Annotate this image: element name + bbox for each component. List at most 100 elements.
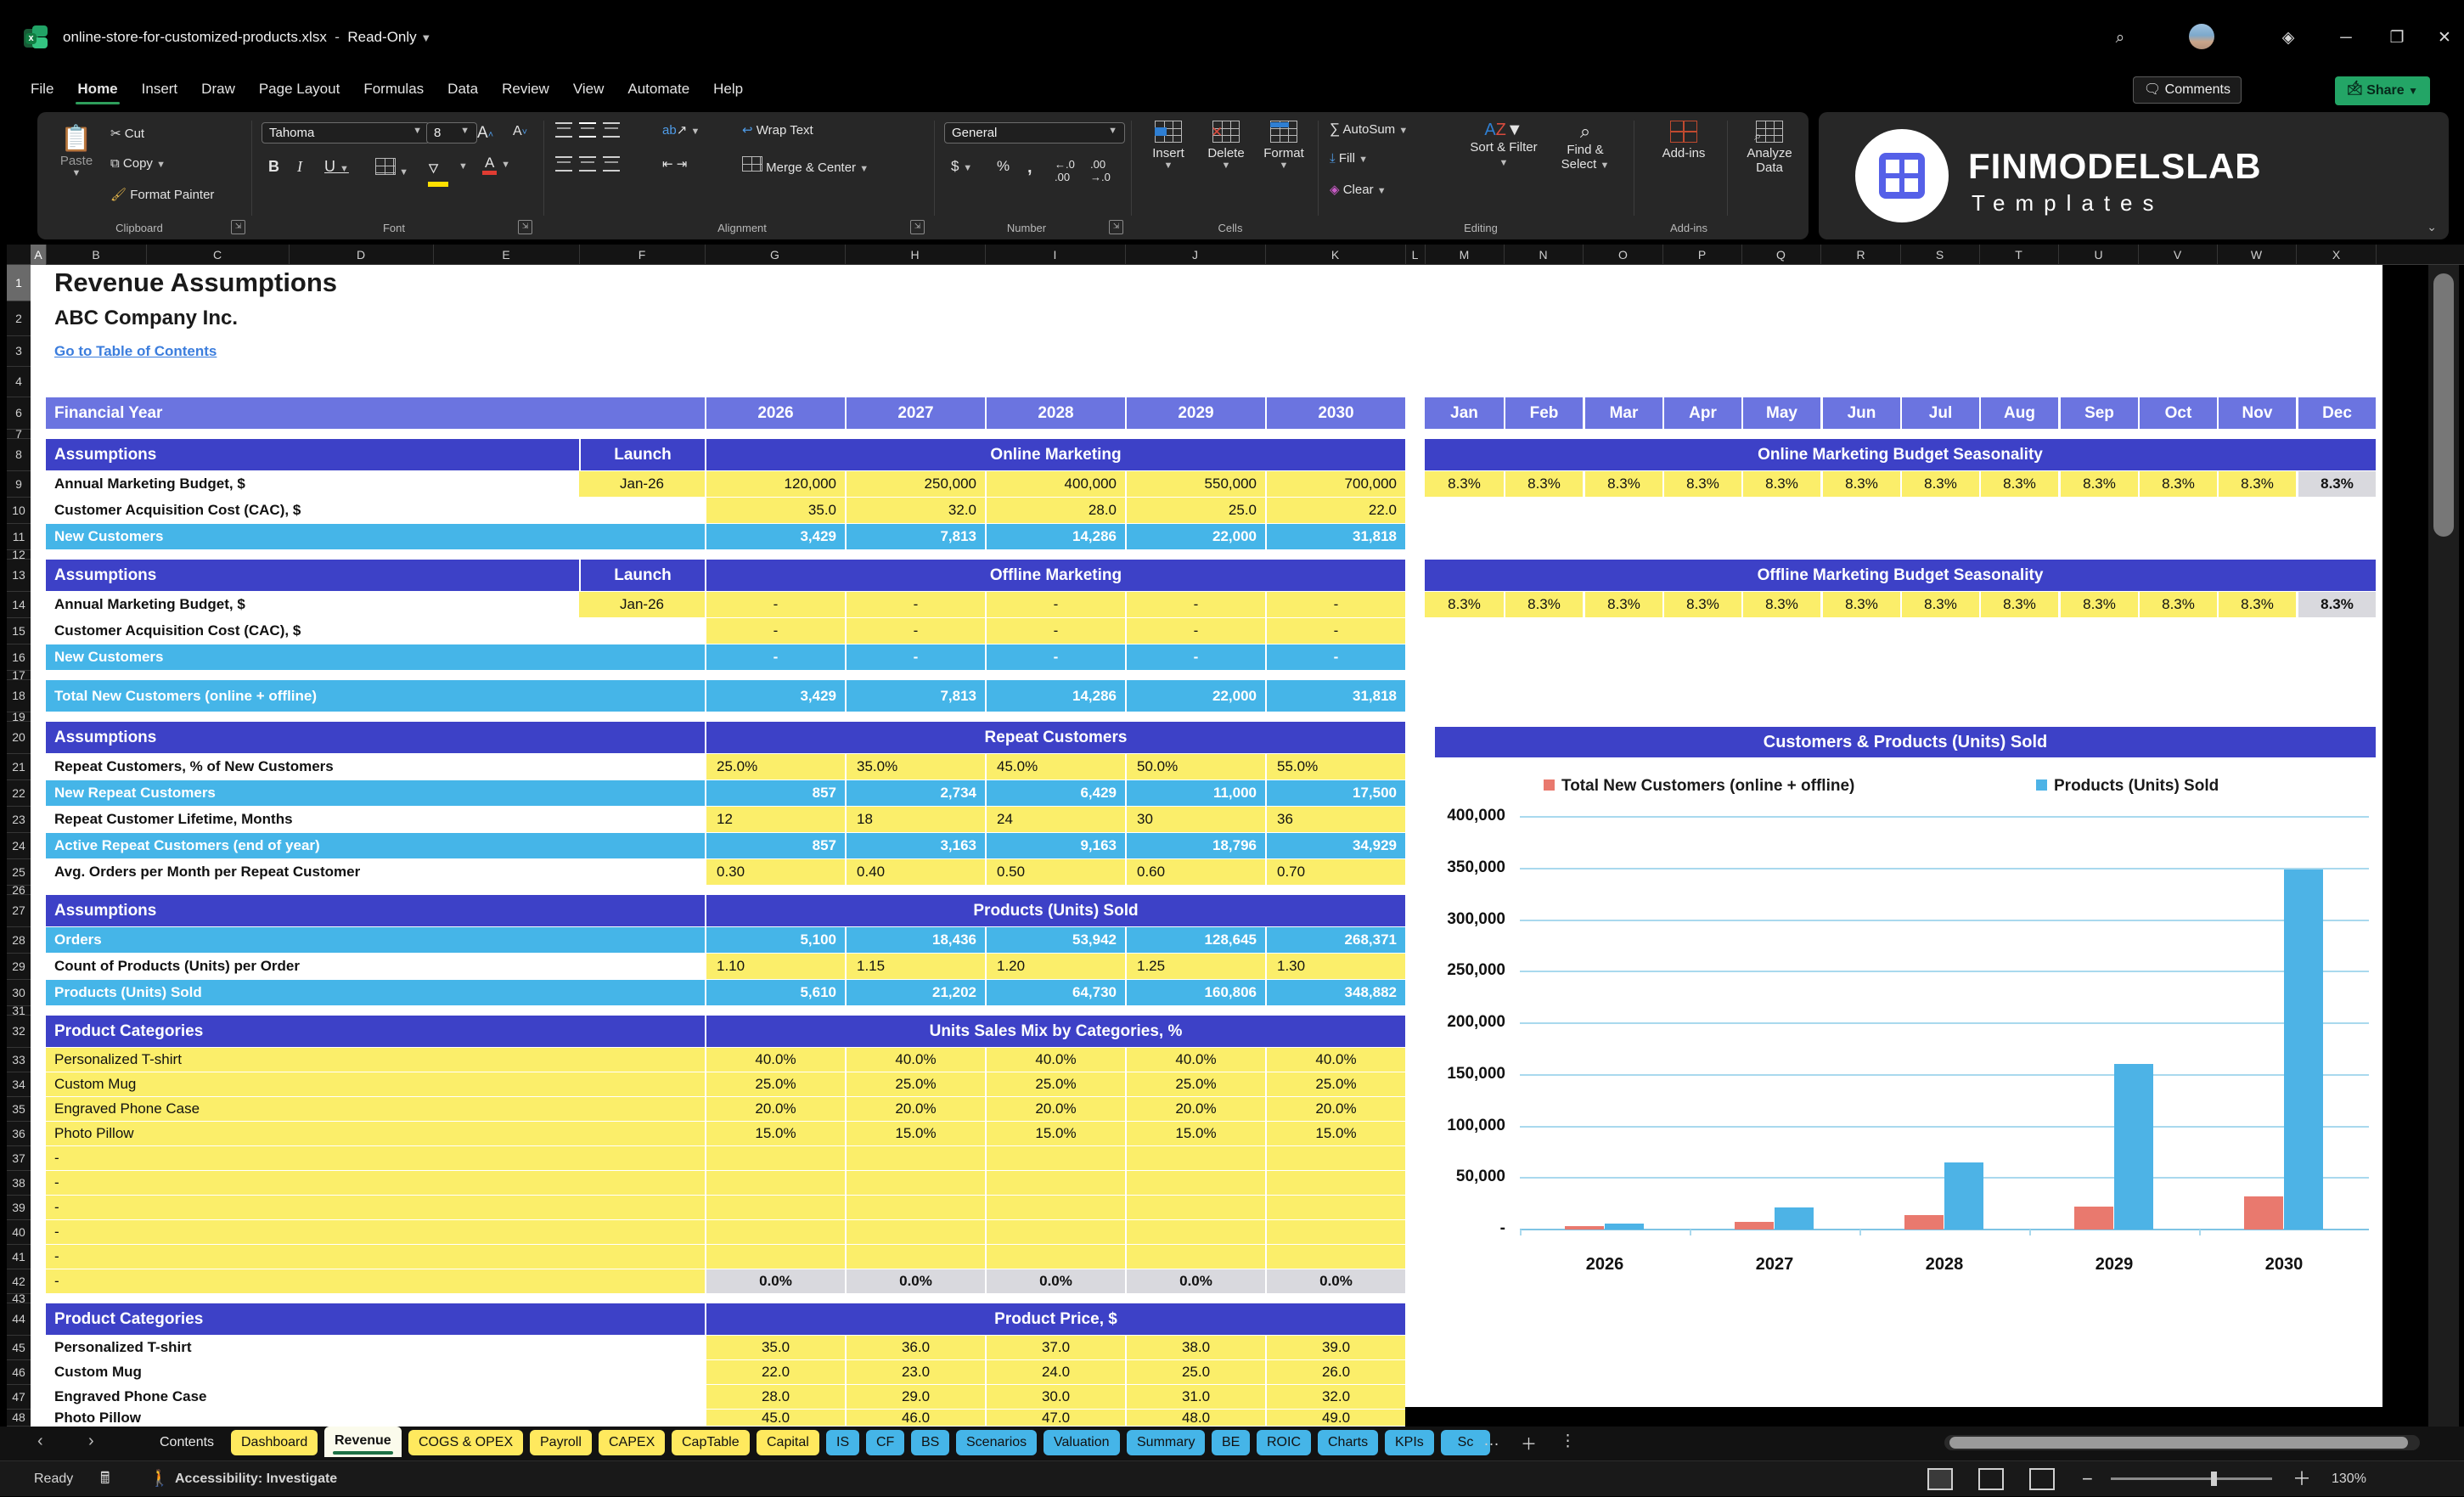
products-label-0[interactable]: Orders [46,927,705,953]
wrap-text-button[interactable]: ↩ Wrap Text [742,122,813,138]
mix-label-8[interactable]: - [46,1245,705,1269]
row-header-11[interactable]: 11 [7,524,31,550]
price-label-2[interactable]: Engraved Phone Case [46,1385,705,1409]
mix-val-4-0[interactable] [705,1146,845,1170]
mix-val-9-0[interactable]: 0.0% [705,1269,845,1293]
products-label-2[interactable]: Products (Units) Sold [46,980,705,1005]
products-title-header[interactable]: Products (Units) Sold [705,895,1405,926]
repeat-val-3-2[interactable]: 9,163 [985,833,1125,858]
offline-budget-label[interactable]: Annual Marketing Budget, $ [46,592,579,617]
mix-label-3[interactable]: Photo Pillow [46,1122,705,1145]
offline-seasonality-0[interactable]: 8.3% [1425,592,1504,617]
mix-val-6-3[interactable] [1125,1196,1265,1219]
month-Apr[interactable]: Apr [1662,397,1741,429]
sheet-tab-charts[interactable]: Charts [1318,1430,1379,1455]
row-header-10[interactable]: 10 [7,498,31,524]
year-2029[interactable]: 2029 [1125,397,1265,429]
row-header-47[interactable]: 47 [7,1385,31,1410]
row-header-15[interactable]: 15 [7,618,31,644]
row-header-37[interactable]: 37 [7,1146,31,1171]
online-seasonality-3[interactable]: 8.3% [1662,471,1741,497]
online-title-header[interactable]: Online Marketing [705,439,1405,470]
mix-val-8-0[interactable] [705,1245,845,1269]
sheet-tab-summary[interactable]: Summary [1127,1430,1206,1455]
mix-val-7-2[interactable] [985,1220,1125,1244]
mix-val-2-1[interactable]: 20.0% [845,1097,985,1121]
fill-button[interactable]: ⤓ Fill ▼ [1330,151,1368,166]
mix-val-3-2[interactable]: 15.0% [985,1122,1125,1145]
zoom-slider[interactable] [2111,1461,2272,1497]
column-header-R[interactable]: R [1821,245,1901,265]
repeat-label-2[interactable]: Repeat Customer Lifetime, Months [46,807,705,832]
online-budget-4[interactable]: 700,000 [1265,471,1405,497]
sheet-tab-payroll[interactable]: Payroll [530,1430,592,1455]
ribbon-collapse-icon[interactable]: ⌄ [2427,220,2437,234]
gem-icon[interactable]: ◈ [2274,24,2303,53]
sheet-tab-revenue[interactable]: Revenue [324,1427,402,1457]
repeat-label-0[interactable]: Repeat Customers, % of New Customers [46,754,705,779]
repeat-val-4-2[interactable]: 0.50 [985,859,1125,885]
total-new-customers-4[interactable]: 31,818 [1265,680,1405,712]
mix-val-7-1[interactable] [845,1220,985,1244]
row-header-4[interactable]: 4 [7,367,31,397]
online-seasonality-6[interactable]: 8.3% [1900,471,1979,497]
mix-title[interactable]: Units Sales Mix by Categories, % [705,1016,1405,1047]
analyze-data-button[interactable]: ⌕ Analyze Data [1735,121,1803,175]
price-val-0-3[interactable]: 38.0 [1125,1336,1265,1359]
month-Aug[interactable]: Aug [1979,397,2058,429]
align-top-button[interactable] [555,122,627,141]
online-budget-launch[interactable]: Jan-26 [579,471,705,497]
mix-val-1-1[interactable]: 25.0% [845,1072,985,1096]
row-header-20[interactable]: 20 [7,722,31,754]
row-header-41[interactable]: 41 [7,1245,31,1269]
copy-button[interactable]: ⧉ Copy ▼ [110,156,166,171]
offline-newcust-3[interactable]: - [1125,644,1265,670]
products-val-2-3[interactable]: 160,806 [1125,980,1265,1005]
price-val-2-0[interactable]: 28.0 [705,1385,845,1409]
font-name-select[interactable]: Tahoma ▼ [262,122,430,144]
row-header-33[interactable]: 33 [7,1048,31,1072]
repeat-val-3-3[interactable]: 18,796 [1125,833,1265,858]
repeat-val-0-0[interactable]: 25.0% [705,754,845,779]
mix-val-4-4[interactable] [1265,1146,1405,1170]
column-header-K[interactable]: K [1265,245,1406,265]
offline-seasonality-5[interactable]: 8.3% [1821,592,1900,617]
products-val-1-4[interactable]: 1.30 [1265,954,1405,979]
menu-tab-automate[interactable]: Automate [616,73,701,108]
number-format-select[interactable]: General ▼ [944,122,1125,144]
online-cac-2[interactable]: 28.0 [985,498,1125,523]
repeat-val-2-1[interactable]: 18 [845,807,985,832]
online-newcust-label[interactable]: New Customers [46,524,705,549]
row-header-1[interactable]: 1 [7,265,31,301]
menu-tab-file[interactable]: File [19,73,65,108]
shrink-font-button[interactable]: A˅ [513,124,527,139]
online-seasonality-1[interactable]: 8.3% [1504,471,1583,497]
offline-cac-4[interactable]: - [1265,618,1405,644]
menu-tab-insert[interactable]: Insert [130,73,190,108]
repeat-val-1-3[interactable]: 11,000 [1125,780,1265,806]
repeat-val-2-2[interactable]: 24 [985,807,1125,832]
alignment-dialog-launcher[interactable]: ⇲ [910,220,925,234]
menu-tab-home[interactable]: Home [65,73,129,108]
accounting-format-button[interactable]: $ ▼ [951,158,972,175]
offline-cac-1[interactable]: - [845,618,985,644]
sheet-tab-cogs-opex[interactable]: COGS & OPEX [408,1430,524,1455]
row-header-13[interactable]: 13 [7,560,31,592]
offline-newcust-0[interactable]: - [705,644,845,670]
offline-newcust-1[interactable]: - [845,644,985,670]
online-seasonality-title[interactable]: Online Marketing Budget Seasonality [1425,439,2376,470]
column-header-E[interactable]: E [433,245,580,265]
font-color-button[interactable]: A ▼ [482,155,510,175]
products-val-1-0[interactable]: 1.10 [705,954,845,979]
mix-val-3-4[interactable]: 15.0% [1265,1122,1405,1145]
offline-cac-3[interactable]: - [1125,618,1265,644]
mix-label-5[interactable]: - [46,1171,705,1195]
repeat-val-0-1[interactable]: 35.0% [845,754,985,779]
column-header-C[interactable]: C [146,245,290,265]
products-assumptions-header[interactable]: Assumptions [46,895,705,926]
number-dialog-launcher[interactable]: ⇲ [1109,220,1123,234]
column-header-B[interactable]: B [46,245,147,265]
column-header-A[interactable]: A [31,245,47,265]
row-header-36[interactable]: 36 [7,1122,31,1146]
cut-button[interactable]: ✂ Cut [110,126,144,141]
